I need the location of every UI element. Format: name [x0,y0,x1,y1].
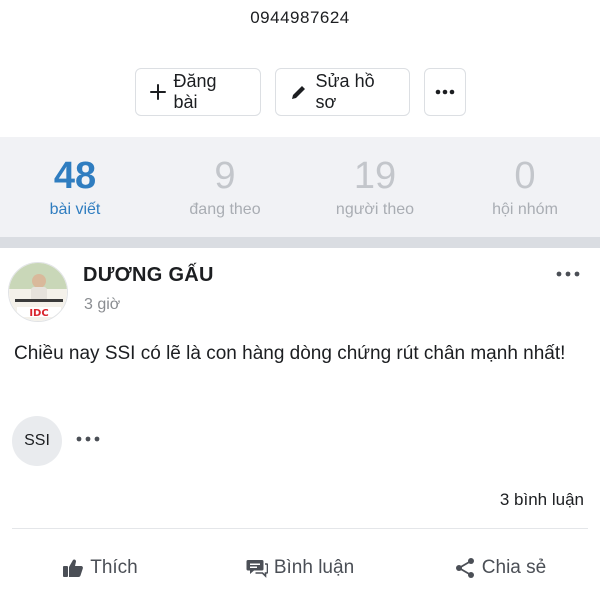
stat-label: hội nhóm [492,201,558,218]
stat-label: bài viết [49,201,101,218]
edit-profile-button[interactable]: Sửa hồ sơ [274,68,410,116]
post-author[interactable]: DƯƠNG GẤU [83,264,214,287]
create-post-label: Đăng bài [173,71,217,112]
phone-number: 0944987624 [250,8,350,27]
post-content: Chiều nay SSI có lẽ là con hàng dòng chứ… [14,343,566,364]
comment-button[interactable]: Bình luận [200,544,400,600]
stat-value: 9 [214,155,236,197]
section-divider [0,237,600,248]
comments-count[interactable]: 3 bình luận [500,490,584,510]
stat-followers[interactable]: 19 người theo [300,137,450,237]
like-icon [62,557,84,579]
more-icon [435,89,455,95]
stat-following[interactable]: 9 đang theo [150,137,300,237]
post-action-bar: Thích Bình luận Chia sẻ [0,544,600,600]
profile-stats: 48 bài viết 9 đang theo 19 người theo 0 … [0,137,600,237]
share-label: Chia sẻ [481,557,547,578]
avatar-logo-text: IDC [29,308,48,319]
stat-label: đang theo [189,201,261,218]
edit-profile-label: Sửa hồ sơ [315,71,375,112]
stock-tag[interactable]: SSI [12,416,62,466]
tag-more-icon[interactable] [74,432,102,446]
profile-actions: Đăng bài Sửa hồ sơ [0,68,600,116]
like-button[interactable]: Thích [0,544,200,600]
post-separator [12,528,588,529]
post-card: IDC DƯƠNG GẤU 3 giờ Chiều nay SSI có lẽ … [0,248,600,600]
comment-label: Bình luận [273,557,355,578]
stat-value: 48 [53,155,97,197]
plus-icon [149,84,166,100]
share-icon [454,557,476,579]
stat-groups[interactable]: 0 hội nhóm [450,137,600,237]
stat-value: 0 [514,155,536,197]
profile-screen: 0944987624 Đăng bài Sửa hồ sơ 48 bài viế… [0,0,600,600]
post-more-icon[interactable] [553,266,583,282]
more-options-button[interactable] [423,68,466,116]
like-label: Thích [90,557,138,578]
share-button[interactable]: Chia sẻ [400,544,600,600]
create-post-button[interactable]: Đăng bài [134,68,261,116]
comment-icon [246,557,268,579]
post-time: 3 giờ [84,296,121,313]
author-avatar[interactable]: IDC [8,262,68,322]
pencil-icon [290,83,308,101]
stat-posts[interactable]: 48 bài viết [0,137,150,237]
stat-value: 19 [353,155,397,197]
stat-label: người theo [335,201,415,218]
